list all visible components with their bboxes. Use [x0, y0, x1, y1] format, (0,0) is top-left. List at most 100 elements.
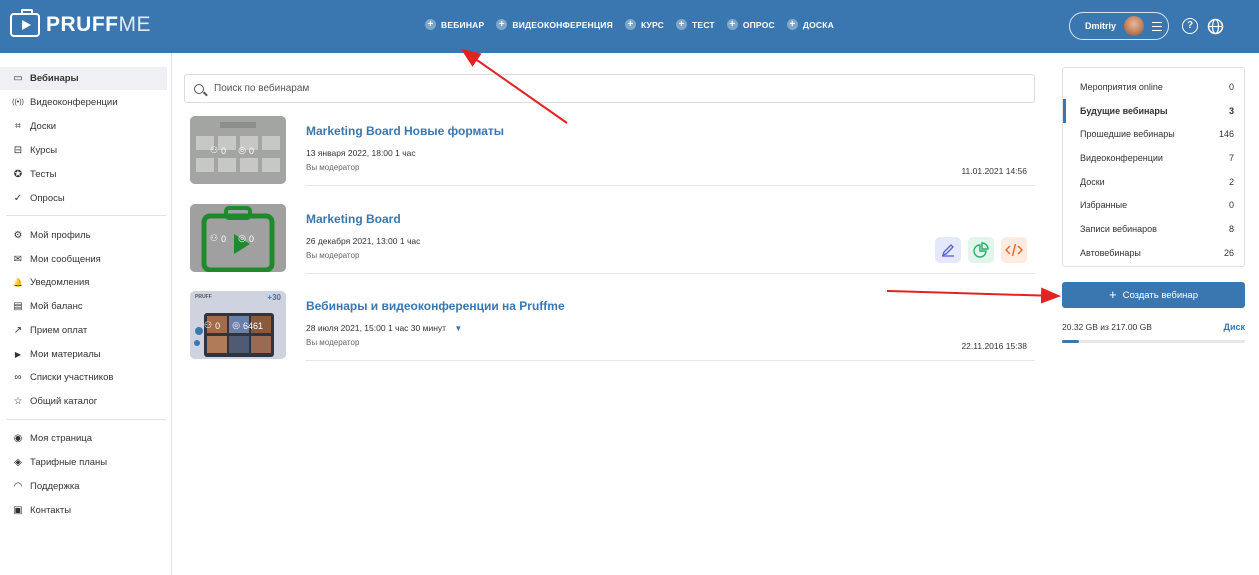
headset-icon: ◠	[13, 481, 23, 492]
logo-icon	[10, 9, 40, 37]
filter-recordings[interactable]: Записи вебинаров 8	[1063, 217, 1244, 241]
filter-online-events[interactable]: Мероприятия online 0	[1063, 75, 1244, 99]
sidebar-item-videoconferences[interactable]: ((•)) Видеоконференции	[0, 91, 167, 114]
filter-videoconferences[interactable]: Видеоконференции 7	[1063, 146, 1244, 170]
sidebar-item-boards[interactable]: ⌗ Доски	[0, 115, 167, 138]
sidebar-divider	[6, 419, 166, 420]
filter-favorites[interactable]: Избранные 0	[1063, 193, 1244, 217]
broadcast-icon: ((•))	[12, 99, 24, 106]
plus-icon: +	[1108, 287, 1117, 302]
storage-progress-bar	[1062, 340, 1245, 343]
webinar-date: 26 декабря 2021, 13:00 1 час	[306, 236, 421, 246]
logo-text: PRUFFME	[46, 13, 151, 37]
sidebar-item-contacts[interactable]: ▣ Контакты	[0, 499, 167, 522]
webinar-role: Вы модератор	[306, 163, 360, 172]
edit-button[interactable]	[935, 237, 961, 263]
help-icon[interactable]: ?	[1182, 18, 1198, 34]
create-board-link[interactable]: + ДОСКА	[786, 19, 834, 30]
webinar-card: ⚇ 0 ◎ 0 Marketing Board 26 декабря 2021, 1…	[190, 204, 1035, 274]
webinar-thumbnail[interactable]: PRUFF +30 ⚇ 0 ◎ 6461	[190, 291, 286, 359]
create-course-link[interactable]: + КУРС	[624, 19, 664, 30]
webinar-role: Вы модератор	[306, 251, 360, 260]
group-icon: ∞	[14, 372, 22, 383]
storage-text: 20.32 GB из 217.00 GB	[1062, 322, 1152, 332]
sidebar-item-my-page[interactable]: ◉ Моя страница	[0, 427, 167, 450]
webinar-timestamp: 22.11.2016 15:38	[961, 341, 1027, 351]
filter-count: 146	[1218, 129, 1234, 139]
bell-icon: 🔔	[13, 278, 23, 287]
webinar-camera-icon: ▭	[13, 73, 23, 84]
filter-count: 8	[1228, 224, 1234, 234]
webinar-thumbnail[interactable]: ⚇ 0 ◎ 0	[190, 204, 286, 272]
create-webinar-button[interactable]: + Создать вебинар	[1062, 282, 1245, 308]
sidebar-item-balance[interactable]: ▤ Мой баланс	[0, 295, 167, 318]
create-poll-link[interactable]: + ОПРОС	[726, 19, 775, 30]
check-circle-icon: ✓	[13, 193, 23, 204]
message-icon: ✉	[13, 254, 23, 265]
sidebar-item-polls[interactable]: ✓ Опросы	[0, 187, 167, 210]
embed-code-button[interactable]	[1001, 237, 1027, 263]
sidebar-item-notifications[interactable]: 🔔 Уведомления	[0, 271, 167, 294]
gear-icon: ⚙	[13, 230, 23, 241]
award-icon: ✪	[13, 169, 23, 180]
contacts-icon: ▣	[13, 505, 23, 516]
statistics-button[interactable]	[968, 237, 994, 263]
sidebar-item-participant-lists[interactable]: ∞ Списки участников	[0, 366, 167, 389]
pencil-icon	[941, 244, 954, 257]
code-icon	[1005, 243, 1023, 257]
sidebar-item-payments[interactable]: ↗ Прием оплат	[0, 319, 167, 342]
sidebar-item-profile[interactable]: ⚙ Мой профиль	[0, 224, 167, 247]
filter-autowebinars[interactable]: Автовебинары 26	[1063, 241, 1244, 265]
participants-count: 0	[221, 145, 227, 156]
plus-icon: +	[425, 19, 436, 30]
views-count: 0	[248, 233, 254, 244]
filter-count: 2	[1228, 177, 1234, 187]
course-briefcase-icon: ⊟	[13, 145, 23, 156]
sidebar-item-materials[interactable]: ▶ Мои материалы	[0, 343, 167, 366]
plus-icon: +	[726, 19, 738, 30]
webinar-timestamp: 11.01.2021 14:56	[961, 166, 1027, 176]
participants-icon: ⚇	[204, 320, 213, 330]
sidebar-item-plans[interactable]: ◈ Тарифные планы	[0, 451, 167, 474]
sidebar-item-catalog[interactable]: ☆ Общий каталог	[0, 390, 167, 413]
sidebar-item-messages[interactable]: ✉ Мои сообщения	[0, 248, 167, 271]
sidebar-item-tests[interactable]: ✪ Тесты	[0, 163, 167, 186]
webinar-thumbnail[interactable]: ⚇ 0 ◎ 0	[190, 116, 286, 184]
webinar-title[interactable]: Marketing Board	[306, 212, 401, 226]
plus-icon: +	[676, 19, 688, 30]
storage-usage: 20.32 GB из 217.00 GB Диск	[1062, 322, 1245, 343]
webinar-card: PRUFF +30 ⚇ 0 ◎ 6461 Вебинары и видеоконфе…	[190, 291, 1035, 361]
filter-boards[interactable]: Доски 2	[1063, 170, 1244, 194]
search-input[interactable]	[214, 83, 914, 94]
payment-icon: ↗	[13, 325, 23, 336]
wallet-icon: ▤	[13, 301, 23, 312]
filter-past-webinars[interactable]: Прошедшие вебинары 146	[1063, 122, 1244, 146]
sidebar-item-webinars[interactable]: ▭ Вебинары	[0, 67, 167, 90]
filter-count: 26	[1223, 248, 1234, 258]
create-videoconference-link[interactable]: + ВИДЕОКОНФЕРЕНЦИЯ	[496, 19, 613, 30]
webinar-card: ⚇ 0 ◎ 0 Marketing Board Новые форматы 13 я…	[190, 116, 1035, 186]
thumbnail-stats: ⚇ 0 ◎ 0	[210, 145, 254, 156]
logo[interactable]: PRUFFME	[10, 9, 151, 37]
webinar-title[interactable]: Marketing Board Новые форматы	[306, 124, 504, 138]
sidebar-item-support[interactable]: ◠ Поддержка	[0, 475, 167, 498]
sidebar-item-courses[interactable]: ⊟ Курсы	[0, 139, 167, 162]
top-bar: PRUFFME + ВЕБИНАР + ВИДЕОКОНФЕРЕНЦИЯ + КУРС…	[0, 0, 1259, 53]
avatar	[1124, 16, 1145, 36]
webinar-card-body: Вебинары и видеоконференции на Pruffme 2…	[305, 291, 1035, 361]
chevron-down-icon[interactable]: ▼	[454, 324, 462, 333]
webinar-title[interactable]: Вебинары и видеоконференции на Pruffme	[306, 299, 565, 313]
thumbnail-brand-text: PRUFF	[195, 294, 212, 300]
disk-link[interactable]: Диск	[1224, 322, 1245, 332]
create-test-link[interactable]: + ТЕСТ	[676, 19, 715, 30]
filter-upcoming-webinars[interactable]: Будущие вебинары 3	[1063, 99, 1244, 123]
sidebar-divider	[6, 215, 166, 216]
board-icon: ⌗	[15, 121, 21, 132]
pie-chart-icon	[973, 242, 989, 258]
create-webinar-link[interactable]: + ВЕБИНАР	[425, 19, 484, 30]
user-name: Dmitriy	[1085, 21, 1117, 31]
star-icon: ☆	[13, 396, 23, 407]
views-count: 0	[248, 145, 254, 156]
user-menu-button[interactable]: Dmitriy	[1069, 12, 1169, 40]
globe-icon[interactable]	[1207, 18, 1224, 35]
